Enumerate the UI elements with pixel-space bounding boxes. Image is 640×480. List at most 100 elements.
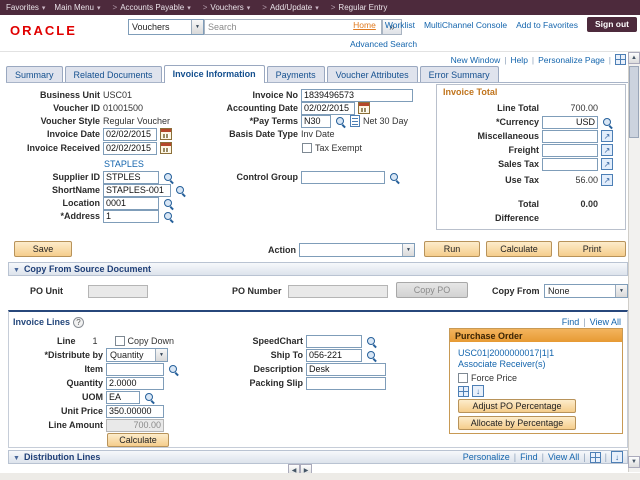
breadcrumb-vouchers[interactable]: Vouchers — [210, 3, 250, 12]
tab-payments[interactable]: Payments — [267, 66, 325, 82]
lookup-icon[interactable] — [365, 349, 378, 362]
tab-summary[interactable]: Summary — [6, 66, 63, 82]
copy-from-dropdown[interactable]: None — [544, 284, 628, 298]
tax-exempt-checkbox[interactable] — [302, 143, 312, 153]
sales-tax-detail-icon[interactable] — [601, 158, 613, 170]
favorites-menu[interactable]: Favorites — [6, 3, 45, 12]
pay-terms-input[interactable] — [301, 115, 331, 128]
lookup-icon[interactable] — [162, 171, 175, 184]
lookup-icon[interactable] — [601, 116, 614, 129]
item-input[interactable] — [106, 363, 164, 376]
invoice-no-input[interactable] — [301, 89, 413, 102]
home-link[interactable]: Home — [353, 20, 376, 30]
copy-from-section-header[interactable]: Copy From Source Document — [8, 262, 628, 276]
lookup-icon[interactable] — [167, 363, 180, 376]
worklist-link[interactable]: Worklist — [385, 20, 415, 30]
add-to-favorites-link[interactable]: Add to Favorites — [516, 20, 578, 30]
personalize-page-link[interactable]: Personalize Page — [538, 55, 605, 65]
supplier-name-link[interactable]: STAPLES — [104, 159, 144, 169]
invoice-date-input[interactable] — [103, 128, 157, 141]
copy-down-checkbox[interactable] — [115, 336, 125, 346]
quantity-input[interactable] — [106, 377, 164, 390]
address-input[interactable] — [103, 210, 159, 223]
tab-invoice-information[interactable]: Invoice Information — [164, 65, 265, 83]
collapse-triangle-icon[interactable] — [13, 264, 24, 274]
description-input[interactable] — [306, 363, 386, 376]
finalize-document-icon[interactable] — [458, 386, 469, 397]
control-group-input[interactable] — [301, 171, 385, 184]
main-menu[interactable]: Main Menu — [54, 3, 100, 12]
scrollbar-thumb[interactable] — [629, 66, 639, 138]
download-grid-icon[interactable] — [590, 452, 601, 463]
invoice-lines-groupbox: Invoice Lines FindView All Line1Copy Dow… — [8, 310, 628, 448]
save-button[interactable]: Save — [14, 241, 72, 257]
print-button[interactable]: Print — [558, 241, 626, 257]
distribution-lines-section-header[interactable]: Distribution Lines Personalize Find View… — [8, 450, 628, 464]
action-label: Action — [240, 245, 296, 255]
distribution-find-link[interactable]: Find — [520, 452, 538, 462]
use-tax-detail-icon[interactable] — [601, 174, 613, 186]
favorites-label: Favorites — [6, 3, 39, 12]
miscellaneous-input[interactable] — [542, 130, 598, 143]
lookup-icon[interactable] — [365, 335, 378, 348]
line-calculate-button[interactable]: Calculate — [107, 433, 169, 447]
tab-related-documents[interactable]: Related Documents — [65, 66, 162, 82]
freight-input[interactable] — [542, 144, 598, 157]
allocate-by-percentage-button[interactable]: Allocate by Percentage — [458, 416, 576, 430]
packing-slip-input[interactable] — [306, 377, 386, 390]
sales-tax-input[interactable] — [542, 158, 598, 171]
run-button[interactable]: Run — [424, 241, 480, 257]
new-window-link[interactable]: New Window — [451, 55, 501, 65]
calendar-icon[interactable] — [358, 102, 370, 114]
advanced-search-link[interactable]: Advanced Search — [350, 39, 417, 49]
lookup-icon[interactable] — [143, 391, 156, 404]
invoice-received-input[interactable] — [103, 142, 157, 155]
currency-input[interactable] — [542, 116, 598, 129]
search-scope-dropdown[interactable]: Vouchers — [128, 19, 204, 35]
miscellaneous-detail-icon[interactable] — [601, 130, 613, 142]
unit-price-label: Unit Price — [13, 406, 103, 416]
scroll-up-button[interactable]: ▲ — [628, 52, 640, 64]
invoice-lines-view-all-link[interactable]: View All — [590, 317, 621, 327]
undo-finalize-icon[interactable] — [472, 385, 484, 397]
lookup-icon[interactable] — [162, 197, 175, 210]
ship-to-input[interactable] — [306, 349, 362, 362]
calculate-button[interactable]: Calculate — [486, 241, 552, 257]
breadcrumb-accounts-payable[interactable]: Accounts Payable — [120, 3, 191, 12]
location-input[interactable] — [103, 197, 159, 210]
distribute-by-dropdown[interactable]: Quantity — [106, 348, 168, 362]
help-link[interactable]: Help — [510, 55, 527, 65]
accounting-date-input[interactable] — [301, 102, 355, 115]
shortname-input[interactable] — [103, 184, 171, 197]
download-icon[interactable] — [611, 451, 623, 463]
distribution-personalize-link[interactable]: Personalize — [463, 452, 510, 462]
lookup-icon[interactable] — [388, 171, 401, 184]
speedchart-input[interactable] — [306, 335, 362, 348]
lookup-icon[interactable] — [334, 115, 347, 128]
miscellaneous-label: Miscellaneous — [439, 131, 539, 141]
freight-detail-icon[interactable] — [601, 144, 613, 156]
collapse-triangle-icon[interactable] — [13, 452, 24, 462]
distribution-view-all-link[interactable]: View All — [548, 452, 579, 462]
unit-price-input[interactable] — [106, 405, 164, 418]
associate-receivers-link[interactable]: Associate Receiver(s) — [458, 359, 546, 369]
lookup-icon[interactable] — [162, 210, 175, 223]
adjust-po-percentage-button[interactable]: Adjust PO Percentage — [458, 399, 576, 413]
calendar-icon[interactable] — [160, 142, 172, 154]
multichannel-console-link[interactable]: MultiChannel Console — [424, 20, 507, 30]
invoice-lines-find-link[interactable]: Find — [562, 317, 580, 327]
separator — [513, 452, 517, 462]
supplier-id-input[interactable] — [103, 171, 159, 184]
sign-out-button[interactable]: Sign out — [587, 17, 637, 32]
lookup-icon[interactable] — [174, 184, 187, 197]
uom-input[interactable] — [106, 391, 140, 404]
force-price-checkbox[interactable] — [458, 373, 468, 383]
tab-voucher-attributes[interactable]: Voucher Attributes — [327, 66, 418, 82]
breadcrumb-add-update[interactable]: Add/Update — [270, 3, 319, 12]
action-dropdown[interactable] — [299, 243, 415, 257]
tab-error-summary[interactable]: Error Summary — [420, 66, 499, 82]
calendar-icon[interactable] — [160, 128, 172, 140]
help-icon[interactable] — [73, 317, 84, 328]
scroll-down-button[interactable]: ▼ — [628, 456, 640, 468]
pay-terms-detail-icon[interactable] — [350, 115, 360, 127]
